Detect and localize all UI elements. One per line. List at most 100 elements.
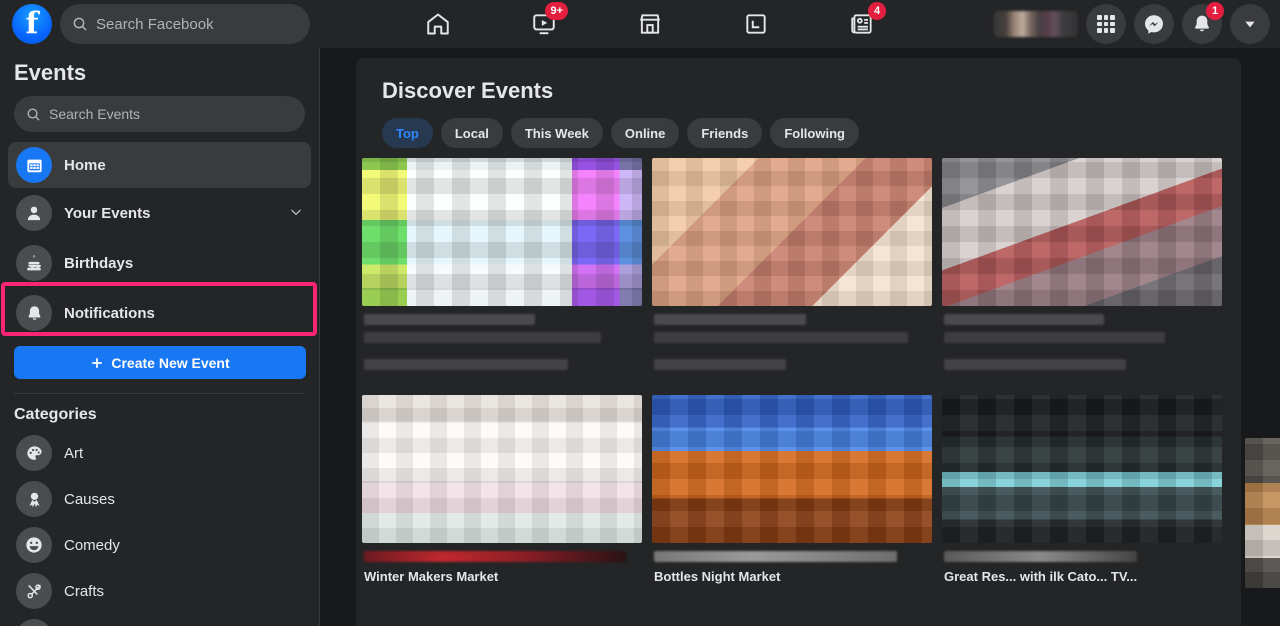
event-thumbnail-redacted xyxy=(362,158,642,306)
chevron-down-icon[interactable] xyxy=(289,205,303,222)
nav-feeds-button[interactable]: 4 xyxy=(834,2,890,46)
nav-marketplace-button[interactable] xyxy=(622,2,678,46)
event-filter-tabs: Top Local This Week Online Friends Follo… xyxy=(356,104,1241,148)
filter-label: Following xyxy=(784,125,845,141)
event-meta: Bottles Night Market xyxy=(652,543,932,584)
nav-groups-button[interactable] xyxy=(728,2,784,46)
sidebar-item-your-events[interactable]: Your Events xyxy=(8,190,311,236)
search-icon xyxy=(73,17,87,31)
menu-button[interactable] xyxy=(1086,4,1126,44)
sidebar-item-label: Your Events xyxy=(64,204,151,222)
profile-name-redacted[interactable] xyxy=(994,11,1078,37)
notifications-badge: 1 xyxy=(1206,2,1224,20)
filter-tab-following[interactable]: Following xyxy=(770,118,859,148)
category-item-crafts[interactable]: Crafts xyxy=(8,568,311,614)
filter-tab-this-week[interactable]: This Week xyxy=(510,118,603,148)
chevron-down-icon xyxy=(1245,21,1255,28)
cake-icon xyxy=(16,245,52,281)
category-label: Art xyxy=(64,444,84,462)
filter-label: This Week xyxy=(524,125,589,141)
smiley-icon xyxy=(16,527,52,563)
event-thumbnail-redacted xyxy=(942,395,1222,543)
sidebar-item-notifications[interactable]: Notifications xyxy=(8,290,311,336)
marketplace-icon xyxy=(640,14,660,34)
person-icon xyxy=(16,195,52,231)
search-events-input[interactable]: Search Events xyxy=(14,96,305,132)
event-meta: Winter Makers Market xyxy=(362,543,642,584)
sidebar-item-label: Notifications xyxy=(64,304,155,322)
event-thumbnail-redacted xyxy=(652,158,932,306)
create-new-event-label: Create New Event xyxy=(111,354,230,371)
filter-label: Top xyxy=(396,125,419,141)
event-meta: Great Res... with ilk Cato... TV... xyxy=(942,543,1222,584)
event-thumbnail-redacted xyxy=(942,158,1222,306)
event-card[interactable] xyxy=(362,158,642,377)
event-thumbnail-redacted xyxy=(1245,438,1280,588)
sidebar-item-home[interactable]: Home xyxy=(8,142,311,188)
search-events-placeholder: Search Events xyxy=(49,106,141,122)
feeds-badge: 4 xyxy=(868,2,886,20)
discover-events-panel: Discover Events Top Local This Week Onli… xyxy=(356,58,1241,626)
plus-icon xyxy=(92,357,103,368)
event-meta-redacted xyxy=(652,306,932,370)
event-meta-redacted xyxy=(362,306,642,370)
sidebar-item-label: Birthdays xyxy=(64,254,134,272)
filter-tab-online[interactable]: Online xyxy=(610,118,680,148)
category-item-dance[interactable]: Dance xyxy=(8,614,311,626)
search-icon xyxy=(27,108,40,121)
page-title: Discover Events xyxy=(382,78,554,103)
messenger-icon xyxy=(1145,15,1163,34)
event-thumbnail-redacted xyxy=(362,395,642,543)
topbar-nav-group: 9+ 4 xyxy=(400,0,900,48)
event-card[interactable] xyxy=(652,158,932,377)
create-new-event-button[interactable]: Create New Event xyxy=(14,346,306,379)
filter-label: Friends xyxy=(701,125,749,141)
category-label: Causes xyxy=(64,490,115,508)
messenger-button[interactable] xyxy=(1134,4,1174,44)
home-icon xyxy=(427,13,449,35)
category-label: Crafts xyxy=(64,582,105,600)
search-facebook-input[interactable]: Search Facebook xyxy=(60,4,310,44)
search-facebook-placeholder: Search Facebook xyxy=(96,15,214,33)
grid-menu-icon xyxy=(1097,15,1115,33)
category-item-comedy[interactable]: Comedy xyxy=(8,522,311,568)
account-menu-button[interactable] xyxy=(1230,4,1270,44)
sidebar-item-birthdays[interactable]: Birthdays xyxy=(8,240,311,286)
event-thumbnail-redacted xyxy=(652,395,932,543)
sidebar-item-label: Home xyxy=(64,156,106,174)
filter-tab-top[interactable]: Top xyxy=(382,118,433,148)
video-badge: 9+ xyxy=(545,2,568,20)
nav-video-button[interactable]: 9+ xyxy=(516,2,572,46)
filter-label: Online xyxy=(624,125,666,141)
notifications-button[interactable]: 1 xyxy=(1182,2,1224,44)
event-meta-redacted xyxy=(942,306,1222,370)
bell-icon xyxy=(16,295,52,331)
category-label: Comedy xyxy=(64,536,120,554)
category-item-causes[interactable]: Causes xyxy=(8,476,311,522)
event-card[interactable] xyxy=(942,158,1222,377)
calendar-icon xyxy=(16,147,52,183)
main-content-area: Discover Events Top Local This Week Onli… xyxy=(320,48,1280,626)
facebook-logo-icon[interactable] xyxy=(12,4,52,44)
ribbon-icon xyxy=(16,481,52,517)
categories-title: Categories xyxy=(14,406,97,423)
topbar-right-group: 1 xyxy=(994,0,1270,48)
filter-tab-friends[interactable]: Friends xyxy=(687,118,763,148)
events-sidebar: Events Search Events Home Your Events Bi… xyxy=(0,48,320,626)
event-card[interactable]: Bottles Night Market xyxy=(652,395,932,584)
event-card[interactable]: Winter Makers Market xyxy=(362,395,642,584)
nav-home-button[interactable] xyxy=(410,2,466,46)
event-card-partial[interactable] xyxy=(1245,438,1280,588)
filter-tab-local[interactable]: Local xyxy=(440,118,503,148)
event-card[interactable]: Great Res... with ilk Cato... TV... xyxy=(942,395,1222,584)
category-item-art[interactable]: Art xyxy=(8,430,311,476)
groups-icon xyxy=(746,14,766,34)
top-navigation-bar: Search Facebook 9+ xyxy=(0,0,1280,48)
sidebar-title: Events xyxy=(14,60,87,85)
event-title: Winter Makers Market xyxy=(364,569,499,584)
filter-label: Local xyxy=(454,125,489,141)
events-grid: Winter Makers Market Bottles Night Marke… xyxy=(360,158,1241,584)
palette-icon xyxy=(16,435,52,471)
scissors-icon xyxy=(16,573,52,609)
dance-icon xyxy=(16,619,52,626)
